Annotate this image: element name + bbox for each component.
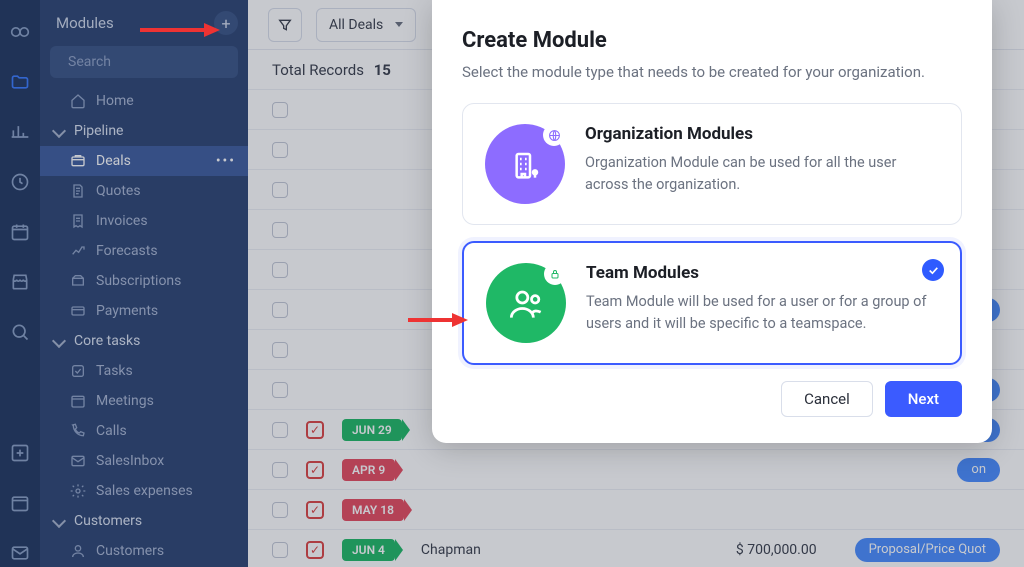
selected-check-icon xyxy=(922,259,944,281)
organization-icon xyxy=(485,124,565,204)
modal-title: Create Module xyxy=(462,28,962,53)
modal-subtitle: Select the module type that needs to be … xyxy=(462,63,962,81)
team-module-title: Team Modules xyxy=(586,263,938,283)
module-type-team[interactable]: Team Modules Team Module will be used fo… xyxy=(462,241,962,365)
lock-icon xyxy=(544,263,566,285)
next-button[interactable]: Next xyxy=(885,381,962,417)
globe-icon xyxy=(543,124,565,146)
cancel-button[interactable]: Cancel xyxy=(781,381,873,417)
org-module-title: Organization Modules xyxy=(585,124,939,144)
module-type-organization[interactable]: Organization Modules Organization Module… xyxy=(462,103,962,225)
create-module-modal: Create Module Select the module type tha… xyxy=(432,0,992,443)
team-module-desc: Team Module will be used for a user or f… xyxy=(586,291,938,335)
team-icon xyxy=(486,263,566,343)
org-module-desc: Organization Module can be used for all … xyxy=(585,152,939,196)
